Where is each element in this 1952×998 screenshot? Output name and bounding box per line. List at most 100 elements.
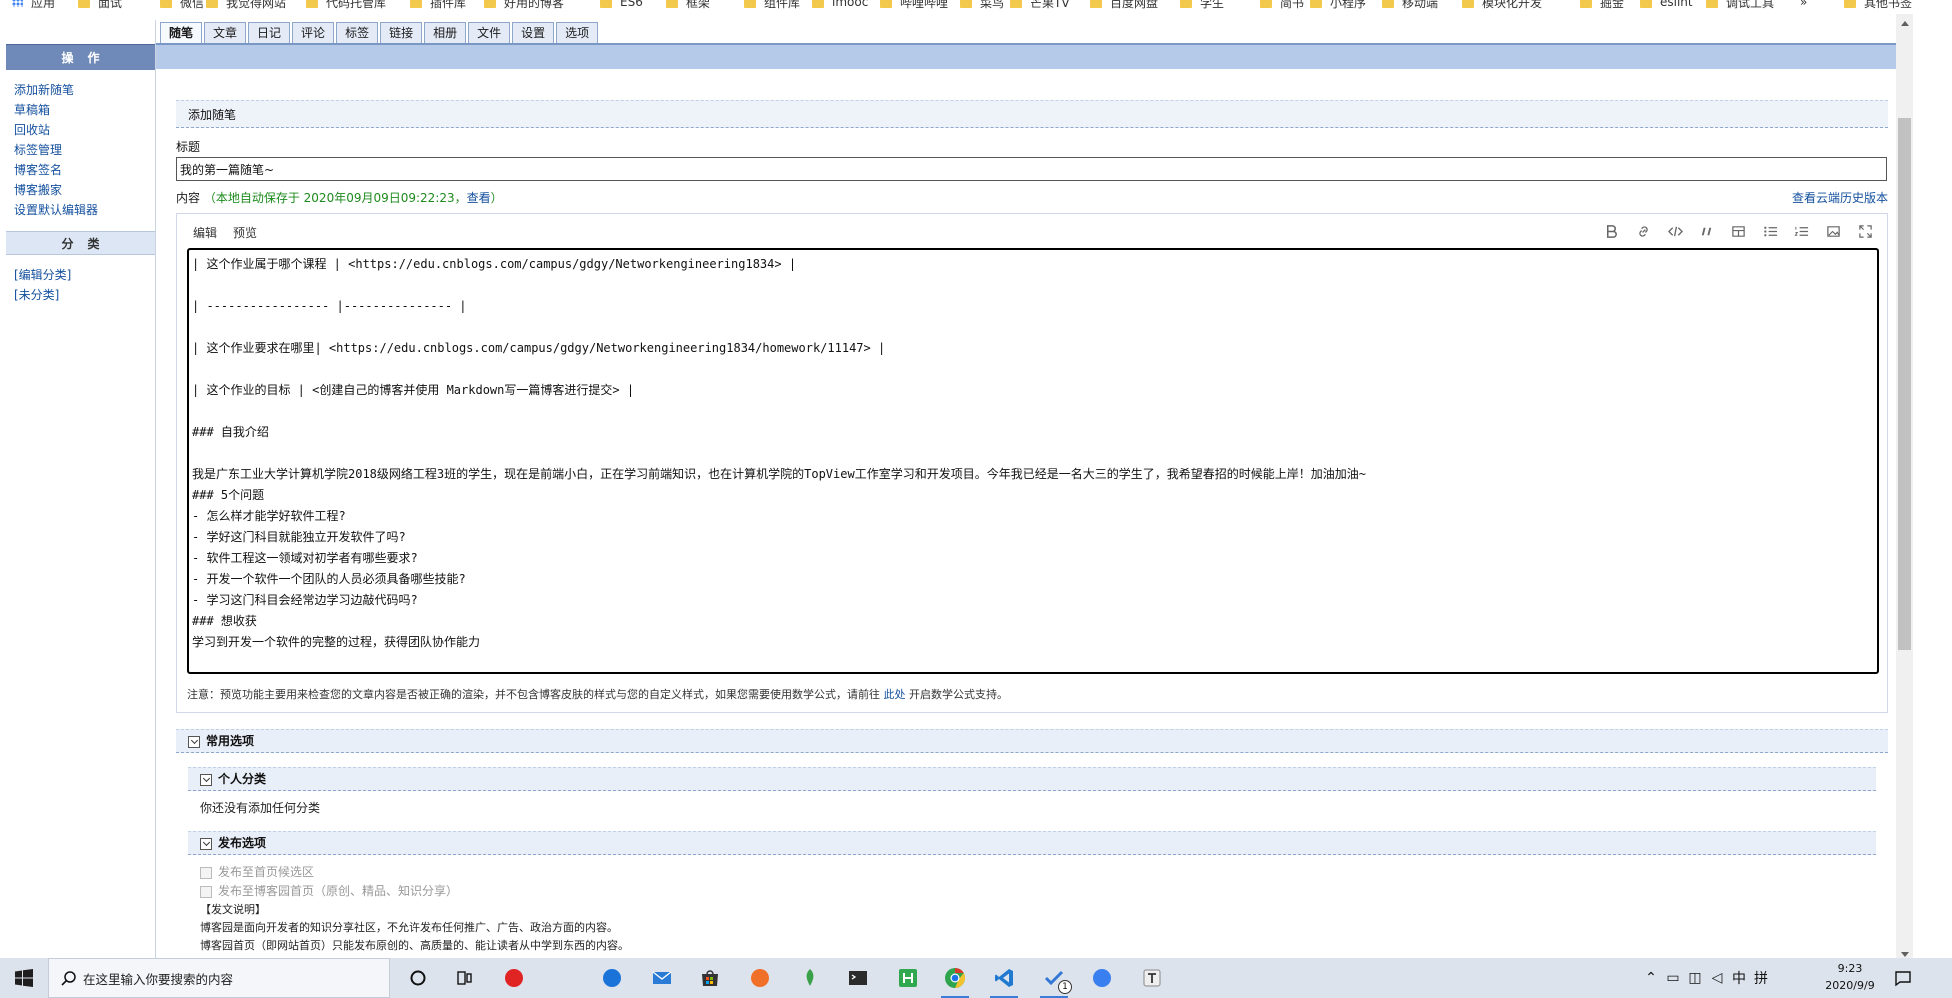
bookmark-4[interactable]: 代码托管库 [306, 0, 387, 10]
bookmark-14[interactable]: 百度网盘 [1090, 0, 1158, 10]
edge-icon[interactable] [598, 964, 626, 992]
bookmark-18[interactable]: 移动端 [1382, 0, 1438, 10]
bookmark-24[interactable]: 其他书签 [1844, 0, 1912, 10]
taskbar-search[interactable]: 在这里输入你要搜索的内容 [48, 958, 390, 998]
vscode-icon[interactable] [990, 964, 1018, 998]
mail-icon[interactable] [648, 964, 676, 992]
numbered-list-icon[interactable] [1786, 222, 1818, 240]
hbuilder-icon[interactable] [894, 964, 922, 992]
nav-tab-4[interactable]: 标签 [336, 22, 379, 43]
battery-icon[interactable]: ▭ [1662, 970, 1684, 986]
nav-tab-0[interactable]: 随笔 [160, 22, 203, 43]
link-icon[interactable] [1628, 222, 1660, 240]
sidebar-ops-link-6[interactable]: 设置默认编辑器 [14, 200, 155, 220]
tab-preview[interactable]: 预览 [233, 224, 257, 241]
image-icon[interactable] [1818, 222, 1850, 240]
mongodb-icon[interactable] [796, 964, 824, 992]
ime-language[interactable]: 中 [1728, 968, 1750, 988]
nav-tab-2[interactable]: 日记 [248, 22, 291, 43]
volume-icon[interactable]: ◁ [1706, 970, 1728, 986]
sidebar-ops-links: 添加新随笔 草稿箱 回收站 标签管理 博客签名 博客搬家 设置默认编辑器 [6, 70, 155, 228]
nav-tab-6[interactable]: 相册 [424, 22, 467, 43]
bookmark-label: 掘金 [1600, 0, 1625, 10]
cortana-icon[interactable] [404, 964, 432, 992]
sidebar-ops-link-5[interactable]: 博客搬家 [14, 180, 155, 200]
math-settings-link[interactable]: 此处 [884, 688, 906, 701]
scroll-up-icon[interactable] [1896, 14, 1913, 31]
autosave-view-link[interactable]: 查看 [467, 191, 491, 205]
sidebar-ops-link-2[interactable]: 回收站 [14, 120, 155, 140]
bookmark-17[interactable]: 小程序 [1310, 0, 1366, 10]
bookmark-0[interactable]: 应用 [12, 0, 55, 10]
nav-tab-1[interactable]: 文章 [204, 22, 247, 43]
title-input[interactable] [176, 157, 1887, 181]
code-icon[interactable] [1659, 222, 1691, 240]
bookmark-12[interactable]: 菜鸟 [960, 0, 1004, 10]
bulleted-list-icon[interactable] [1754, 222, 1786, 240]
bookmark-20[interactable]: 掘金 [1580, 0, 1625, 10]
firefox-icon[interactable] [746, 964, 774, 992]
markdown-editor[interactable]: | 这个作业属于哪个课程 | <https://edu.cnblogs.com/… [187, 248, 1879, 674]
tab-edit[interactable]: 编辑 [193, 224, 217, 241]
notification-icon[interactable] [1893, 968, 1913, 988]
clock[interactable]: 9:23 2020/9/9 [1810, 960, 1890, 994]
bookmark-16[interactable]: 简书 [1260, 0, 1304, 10]
fullscreen-icon[interactable] [1849, 222, 1881, 240]
table-icon[interactable] [1723, 222, 1755, 240]
task-view-icon[interactable] [450, 964, 478, 992]
chevron-up-icon[interactable]: ⌃ [1640, 970, 1662, 986]
bookmark-11[interactable]: 哔哩哔哩 [880, 0, 948, 10]
nav-tab-5[interactable]: 链接 [380, 22, 423, 43]
feishu-icon[interactable] [1088, 964, 1116, 992]
sidebar-ops-link-0[interactable]: 添加新随笔 [14, 80, 155, 100]
bookmark-9[interactable]: 组件库 [744, 0, 800, 10]
netease-music-icon[interactable] [500, 964, 528, 992]
scroll-thumb[interactable] [1898, 118, 1911, 650]
nav-tab-8[interactable]: 设置 [512, 22, 555, 43]
bookmark-7[interactable]: ES6 [600, 0, 643, 9]
typora-icon[interactable] [1138, 964, 1166, 992]
todo-icon[interactable]: 1 [1040, 964, 1072, 998]
sidebar-ops-link-3[interactable]: 标签管理 [14, 140, 155, 160]
sidebar-cat-link-0[interactable]: [编辑分类] [14, 265, 155, 285]
publish-homepage-checkbox[interactable] [200, 885, 212, 898]
bookmark-8[interactable]: 框架 [666, 0, 710, 10]
nav-tab-7[interactable]: 文件 [468, 22, 511, 43]
bookmark-13[interactable]: 芒果TV [1010, 0, 1070, 10]
bold-icon[interactable] [1596, 222, 1628, 240]
chevron-down-icon[interactable] [188, 736, 200, 748]
chrome-icon[interactable] [941, 964, 969, 998]
bookmark-3[interactable]: 我觉得网站 [206, 0, 286, 10]
bookmark-1[interactable]: 面试 [78, 0, 122, 10]
windows-start-icon[interactable] [0, 958, 48, 998]
bookmark-2[interactable]: 微信 [160, 0, 204, 10]
sidebar-cat-link-1[interactable]: [未分类] [14, 285, 155, 305]
sidebar-ops-link-1[interactable]: 草稿箱 [14, 100, 155, 120]
bookmark-21[interactable]: eslint [1640, 0, 1693, 9]
bookmark-19[interactable]: 模块化开发 [1462, 0, 1542, 10]
nav-tab-9[interactable]: 选项 [556, 22, 599, 43]
terminal-icon[interactable] [844, 964, 872, 992]
bookmark-15[interactable]: 学生 [1180, 0, 1224, 10]
quote-icon[interactable] [1691, 222, 1723, 240]
page-scrollbar[interactable] [1896, 14, 1913, 964]
common-options-header[interactable]: 常用选项 [176, 729, 1888, 753]
bookmark-label: 代码托管库 [326, 0, 387, 10]
bookmark-5[interactable]: 插件库 [410, 0, 466, 10]
cloud-history-link[interactable]: 查看云端历史版本 [1792, 189, 1888, 206]
chevron-down-icon[interactable] [200, 838, 212, 850]
personal-category-header[interactable]: 个人分类 [188, 767, 1876, 791]
chevron-down-icon[interactable] [200, 774, 212, 786]
bookmark-6[interactable]: 好用的博客 [484, 0, 564, 10]
bookmark-22[interactable]: 调试工具 [1706, 0, 1774, 10]
store-icon[interactable] [696, 964, 724, 992]
bookmark-23[interactable]: » [1800, 0, 1807, 9]
nav-tab-3[interactable]: 评论 [292, 22, 335, 43]
system-tray: ⌃ ▭ ◫ ◁ 中 拼 [1640, 958, 1772, 998]
bookmark-10[interactable]: imooc [812, 0, 868, 9]
network-icon[interactable]: ◫ [1684, 970, 1706, 986]
ime-mode[interactable]: 拼 [1750, 968, 1772, 988]
publish-candidate-checkbox[interactable] [200, 866, 212, 879]
sidebar-ops-link-4[interactable]: 博客签名 [14, 160, 155, 180]
publish-options-header[interactable]: 发布选项 [188, 831, 1876, 855]
